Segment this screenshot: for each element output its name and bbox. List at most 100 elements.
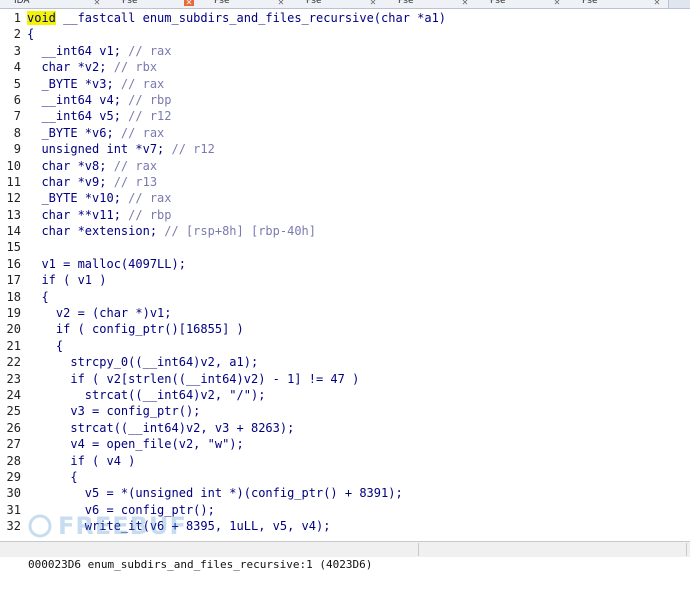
- code-line[interactable]: 25 v3 = config_ptr();: [0, 403, 690, 419]
- tab-bar: IDA ✕ Pse ✕ Pse ✕ Pse ✕ Pse ✕ Pse ✕ Pse ✕: [0, 0, 690, 9]
- line-number: 22: [6, 355, 21, 370]
- code-text: _BYTE *v10; // rax: [27, 191, 172, 206]
- status-address: 000023D6 enum_subdirs_and_files_recursiv…: [28, 558, 373, 571]
- code-line[interactable]: 15: [0, 239, 690, 255]
- code-line[interactable]: 8 _BYTE *v6; // rax: [0, 125, 690, 141]
- line-number: 23: [6, 371, 21, 386]
- code-text: char *v2; // rbx: [27, 60, 158, 75]
- code-text: v5 = *(unsigned int *)(config_ptr() + 83…: [27, 486, 403, 501]
- tab-close-icon[interactable]: ✕: [652, 0, 662, 7]
- code-text: {: [27, 289, 49, 304]
- line-number: 29: [6, 469, 21, 484]
- tab-5[interactable]: Pse ✕: [476, 0, 569, 8]
- code-line[interactable]: 19 v2 = (char *)v1;: [0, 305, 690, 321]
- code-text: _BYTE *v6; // rax: [27, 125, 165, 140]
- line-number: 16: [6, 256, 21, 271]
- code-line[interactable]: 30 v5 = *(unsigned int *)(config_ptr() +…: [0, 485, 690, 501]
- code-text: v2 = (char *)v1;: [27, 306, 172, 321]
- line-number: 18: [6, 289, 21, 304]
- code-text: strcat((__int64)v2, "/");: [27, 387, 266, 402]
- tab-close-icon[interactable]: ✕: [92, 0, 102, 7]
- line-number: 20: [6, 322, 21, 337]
- line-number: 21: [6, 338, 21, 353]
- code-line[interactable]: 12 _BYTE *v10; // rax: [0, 190, 690, 206]
- code-line[interactable]: 13 char **v11; // rbp: [0, 207, 690, 223]
- line-number: 8: [13, 125, 21, 140]
- line-number: 4: [13, 60, 21, 75]
- code-line[interactable]: 16 v1 = malloc(4097LL);: [0, 256, 690, 272]
- code-text: if ( v2[strlen((__int64)v2) - 1] != 47 ): [27, 371, 360, 386]
- line-number: 10: [6, 158, 21, 173]
- tab-close-icon[interactable]: ✕: [184, 0, 194, 7]
- code-text: strcpy_0((__int64)v2, a1);: [27, 355, 259, 370]
- code-line[interactable]: 32 write_it(v6 + 8395, 1uLL, v5, v4);: [0, 518, 690, 534]
- code-line[interactable]: 11 char *v9; // r13: [0, 174, 690, 190]
- code-line[interactable]: 1 void __fastcall enum_subdirs_and_files_…: [0, 10, 690, 26]
- code-text: _BYTE *v3; // rax: [27, 76, 165, 91]
- status-separator: [686, 543, 687, 556]
- status-separator: [418, 543, 419, 556]
- code-line[interactable]: 3 __int64 v1; // rax: [0, 43, 690, 59]
- line-number: 6: [13, 92, 21, 107]
- code-text: v1 = malloc(4097LL);: [27, 256, 186, 271]
- tab-label: Pse: [306, 0, 322, 6]
- code-line[interactable]: 7 __int64 v5; // r12: [0, 108, 690, 124]
- code-line[interactable]: 10 char *v8; // rax: [0, 158, 690, 174]
- line-number: 28: [6, 453, 21, 468]
- tab-1[interactable]: Pse ✕: [108, 0, 201, 8]
- code-line[interactable]: 18 {: [0, 289, 690, 305]
- tab-3[interactable]: Pse ✕: [292, 0, 385, 8]
- code-text: if ( config_ptr()[16855] ): [27, 322, 244, 337]
- line-number: 12: [6, 191, 21, 206]
- tab-close-icon[interactable]: ✕: [460, 0, 470, 7]
- line-number: 9: [13, 142, 21, 157]
- code-text: strcat((__int64)v2, v3 + 8263);: [27, 420, 295, 435]
- line-number: 17: [6, 273, 21, 288]
- line-number: 13: [6, 207, 21, 222]
- code-text: write_it(v6 + 8395, 1uLL, v5, v4);: [27, 519, 331, 534]
- tab-close-icon[interactable]: ✕: [552, 0, 562, 7]
- code-line[interactable]: 4 char *v2; // rbx: [0, 59, 690, 75]
- tab-close-icon[interactable]: ✕: [368, 0, 378, 7]
- tab-label: Pse: [398, 0, 414, 6]
- line-number: 27: [6, 437, 21, 452]
- code-text: __int64 v5; // r12: [27, 109, 172, 124]
- tab-6[interactable]: Pse ✕: [568, 0, 669, 8]
- code-line[interactable]: 6 __int64 v4; // rbp: [0, 92, 690, 108]
- code-line[interactable]: 31 v6 = config_ptr();: [0, 502, 690, 518]
- code-line[interactable]: 27 v4 = open_file(v2, "w");: [0, 436, 690, 452]
- code-line[interactable]: 23 if ( v2[strlen((__int64)v2) - 1] != 4…: [0, 371, 690, 387]
- line-number: 19: [6, 306, 21, 321]
- status-bar: 000023D6 enum_subdirs_and_files_recursiv…: [0, 541, 690, 571]
- code-line[interactable]: 28 if ( v4 ): [0, 453, 690, 469]
- tab-2[interactable]: Pse ✕: [200, 0, 293, 8]
- line-number: 25: [6, 404, 21, 419]
- tab-close-icon[interactable]: ✕: [276, 0, 286, 7]
- tab-label: Pse: [122, 0, 138, 6]
- code-text: {: [27, 338, 64, 353]
- code-text: v3 = config_ptr();: [27, 404, 201, 419]
- code-line[interactable]: 22 strcpy_0((__int64)v2, a1);: [0, 354, 690, 370]
- code-text: __int64 v4; // rbp: [27, 92, 172, 107]
- code-line[interactable]: 9 unsigned int *v7; // r12: [0, 141, 690, 157]
- code-line[interactable]: 29 {: [0, 469, 690, 485]
- line-number: 11: [6, 174, 21, 189]
- code-text: if ( v1 ): [27, 273, 107, 288]
- code-line[interactable]: 14 char *extension; // [rsp+8h] [rbp-40h…: [0, 223, 690, 239]
- pseudocode-view[interactable]: 1 void __fastcall enum_subdirs_and_files_…: [0, 10, 690, 535]
- line-number: 7: [13, 109, 21, 124]
- code-line[interactable]: 26 strcat((__int64)v2, v3 + 8263);: [0, 420, 690, 436]
- code-line[interactable]: 24 strcat((__int64)v2, "/");: [0, 387, 690, 403]
- line-number: 26: [6, 420, 21, 435]
- code-text: {: [27, 469, 78, 484]
- tab-0[interactable]: IDA ✕: [0, 0, 109, 8]
- code-text: __int64 v1; // rax: [27, 43, 172, 58]
- code-line[interactable]: 17 if ( v1 ): [0, 272, 690, 288]
- code-line[interactable]: 5 _BYTE *v3; // rax: [0, 76, 690, 92]
- tab-4[interactable]: Pse ✕: [384, 0, 477, 8]
- code-line[interactable]: 2{: [0, 26, 690, 42]
- line-number: 30: [6, 486, 21, 501]
- tab-label: Pse: [490, 0, 506, 6]
- code-line[interactable]: 20 if ( config_ptr()[16855] ): [0, 321, 690, 337]
- code-line[interactable]: 21 {: [0, 338, 690, 354]
